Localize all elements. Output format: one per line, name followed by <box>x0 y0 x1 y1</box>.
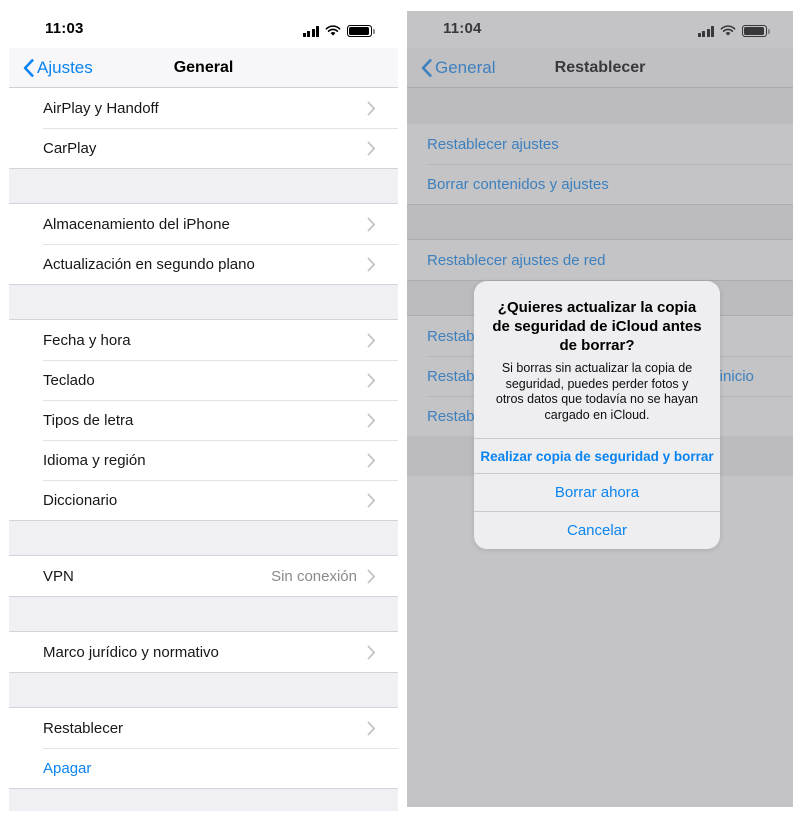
list-item-restablecer[interactable]: Restablecer <box>9 708 398 748</box>
chevron-right-icon <box>367 257 376 272</box>
list-item-label: VPN <box>43 567 74 585</box>
screenshot-stage: 11:03 Ajustes General AirPlay y Handoff … <box>0 0 800 822</box>
section-separator-footer <box>9 788 398 811</box>
chevron-right-icon <box>367 413 376 428</box>
list-item-label: Tipos de letra <box>43 411 134 429</box>
battery-full-icon <box>347 25 375 37</box>
list-item[interactable]: Teclado <box>9 360 398 400</box>
page-title: General <box>173 59 234 76</box>
list-item-label: CarPlay <box>43 139 97 157</box>
left-status-bar: 11:03 <box>9 11 398 48</box>
chevron-right-icon <box>367 373 376 388</box>
status-bar-indicators <box>302 22 375 37</box>
list-item[interactable]: CarPlay <box>9 128 398 168</box>
list-item[interactable]: AirPlay y Handoff <box>9 88 398 128</box>
list-item-label: Idioma y región <box>43 451 146 469</box>
alert-message: Si borras sin actualizar la copia de seg… <box>495 361 699 422</box>
section-separator <box>9 284 398 320</box>
left-phone-screen: 11:03 Ajustes General AirPlay y Handoff … <box>9 11 398 811</box>
chevron-right-icon <box>367 141 376 156</box>
list-item-label: Diccionario <box>43 491 118 509</box>
chevron-right-icon <box>367 217 376 232</box>
section-separator <box>9 672 398 708</box>
right-phone-screen: 11:04 General Restablecer Restablecer aj… <box>407 11 793 807</box>
section-separator <box>9 520 398 556</box>
backup-and-erase-button[interactable]: Realizar copia de seguridad y borrar <box>474 438 720 473</box>
section-separator <box>9 168 398 204</box>
list-item[interactable]: Almacenamiento del iPhone <box>9 204 398 244</box>
chevron-right-icon <box>367 645 376 660</box>
chevron-right-icon <box>367 101 376 116</box>
chevron-right-icon <box>367 569 376 584</box>
list-item-label: Fecha y hora <box>43 331 131 349</box>
cancel-button[interactable]: Cancelar <box>474 511 720 549</box>
status-bar-time: 11:03 <box>45 20 84 37</box>
wifi-icon <box>325 25 341 37</box>
chevron-right-icon <box>367 333 376 348</box>
list-item-apagar[interactable]: Apagar <box>9 748 398 788</box>
list-item[interactable]: Actualización en segundo plano <box>9 244 398 284</box>
chevron-right-icon <box>367 493 376 508</box>
left-settings-list: AirPlay y Handoff CarPlay Almacenamiento… <box>9 88 398 811</box>
list-item[interactable]: Idioma y región <box>9 440 398 480</box>
list-item-label: Actualización en segundo plano <box>43 255 255 273</box>
list-item-label: Apagar <box>43 759 92 777</box>
list-item-label: AirPlay y Handoff <box>43 99 159 117</box>
list-item[interactable]: Diccionario <box>9 480 398 520</box>
alert-body: ¿Quieres actualizar la copia de segurida… <box>474 281 720 438</box>
list-item-vpn[interactable]: VPN Sin conexión <box>9 556 398 596</box>
erase-now-button[interactable]: Borrar ahora <box>474 473 720 511</box>
list-item-label: Marco jurídico y normativo <box>43 643 219 661</box>
list-item[interactable]: Tipos de letra <box>9 400 398 440</box>
chevron-right-icon <box>367 721 376 736</box>
list-item-label: Restablecer <box>43 719 124 737</box>
icloud-backup-alert-dialog: ¿Quieres actualizar la copia de segurida… <box>474 281 720 549</box>
alert-title: ¿Quieres actualizar la copia de segurida… <box>492 299 702 354</box>
section-separator <box>9 596 398 632</box>
left-nav-bar: Ajustes General <box>9 48 398 88</box>
chevron-right-icon <box>367 453 376 468</box>
list-item-label: Teclado <box>43 371 95 389</box>
list-item[interactable]: Fecha y hora <box>9 320 398 360</box>
list-item-label: Almacenamiento del iPhone <box>43 215 230 233</box>
list-item-value: Sin conexión <box>271 567 357 585</box>
list-item[interactable]: Marco jurídico y normativo <box>9 632 398 672</box>
cellular-signal-icon <box>302 26 319 37</box>
